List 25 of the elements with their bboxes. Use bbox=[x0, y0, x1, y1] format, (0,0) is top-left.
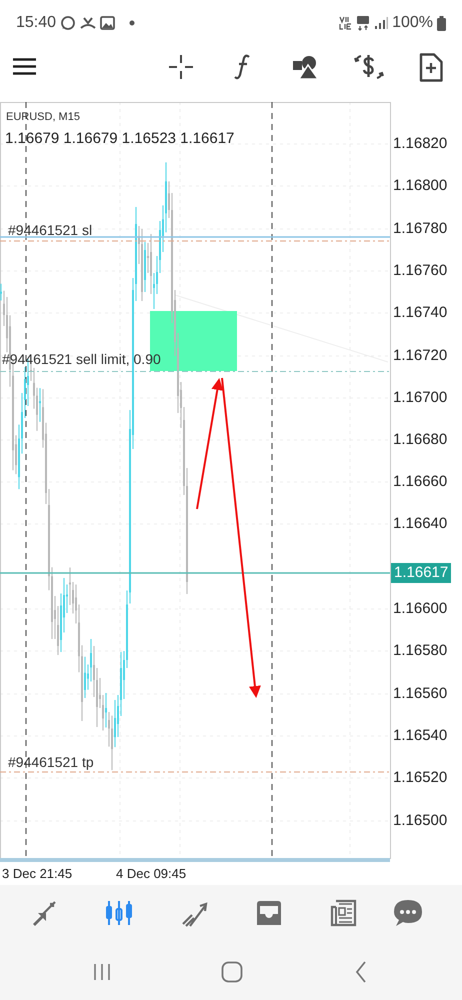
price-label: 1.16520 bbox=[393, 770, 448, 785]
symbol-label: EURUSD, M15 bbox=[6, 110, 80, 125]
price-label: 1.16560 bbox=[393, 686, 448, 701]
price-label: 1.16660 bbox=[393, 474, 448, 489]
price-label: 1.16780 bbox=[393, 221, 448, 236]
price-label: 1.16740 bbox=[393, 305, 448, 320]
price-label: 1.16680 bbox=[393, 432, 448, 447]
price-label: 1.16580 bbox=[393, 643, 448, 658]
time-label: 3 Dec 21:45 bbox=[2, 867, 72, 880]
price-label: 1.16760 bbox=[393, 263, 448, 278]
time-label: 4 Dec 09:45 bbox=[116, 867, 186, 880]
price-label: 1.16500 bbox=[393, 813, 448, 828]
clock-time: 15:40 bbox=[16, 13, 56, 33]
price-label: 1.16700 bbox=[393, 390, 448, 405]
price-label: 1.16600 bbox=[393, 601, 448, 616]
price-label: 1.16640 bbox=[393, 516, 448, 531]
price-label: 1.16800 bbox=[393, 178, 448, 193]
current-price-badge: 1.16617 bbox=[391, 563, 452, 583]
price-label: 1.16820 bbox=[393, 136, 448, 151]
price-label: 1.16720 bbox=[393, 348, 448, 363]
order-label: #94461521 sl bbox=[8, 223, 92, 237]
order-label: #94461521 tp bbox=[8, 755, 94, 769]
price-label: 1.16540 bbox=[393, 728, 448, 743]
battery-percent: 100% bbox=[392, 13, 433, 33]
ohlc-values: 1.16679 1.16679 1.16523 1.16617 bbox=[5, 129, 234, 149]
